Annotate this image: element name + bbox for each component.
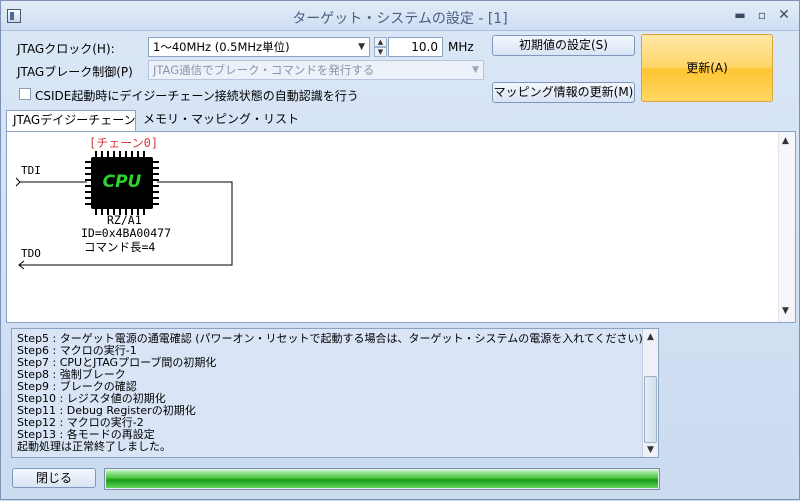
close-button[interactable]: 閉じる [12, 468, 96, 488]
log-line: 起動処理は正常終了しました。 [17, 440, 171, 453]
tdo-label: TDO [21, 247, 41, 260]
tdi-label: TDI [21, 164, 41, 177]
log-scrollbar[interactable]: ▲ ▼ [642, 329, 658, 457]
command-length: コマンド長=4 [84, 240, 156, 254]
progress-fill [106, 470, 658, 488]
device-id: ID=0x4BA00477 [81, 226, 172, 240]
log-panel: Step5 : ターゲット電源の通電確認 (パワーオン・リセットで起動する場合は… [11, 328, 659, 458]
chain-label: [チェーン0] [89, 136, 159, 150]
device-name: RZ/A1 [107, 213, 142, 227]
progress-bar [104, 468, 660, 490]
scroll-up-icon[interactable]: ▲ [647, 332, 654, 342]
cpu-chip[interactable]: CPU [85, 151, 159, 215]
scroll-thumb[interactable] [644, 376, 657, 443]
settings-window: ターゲット・システムの設定 - [1] ▬ ▫ ✕ JTAGクロック(H): 1… [0, 0, 800, 500]
scroll-down-icon[interactable]: ▼ [647, 445, 654, 455]
chip-text: CPU [102, 172, 142, 192]
